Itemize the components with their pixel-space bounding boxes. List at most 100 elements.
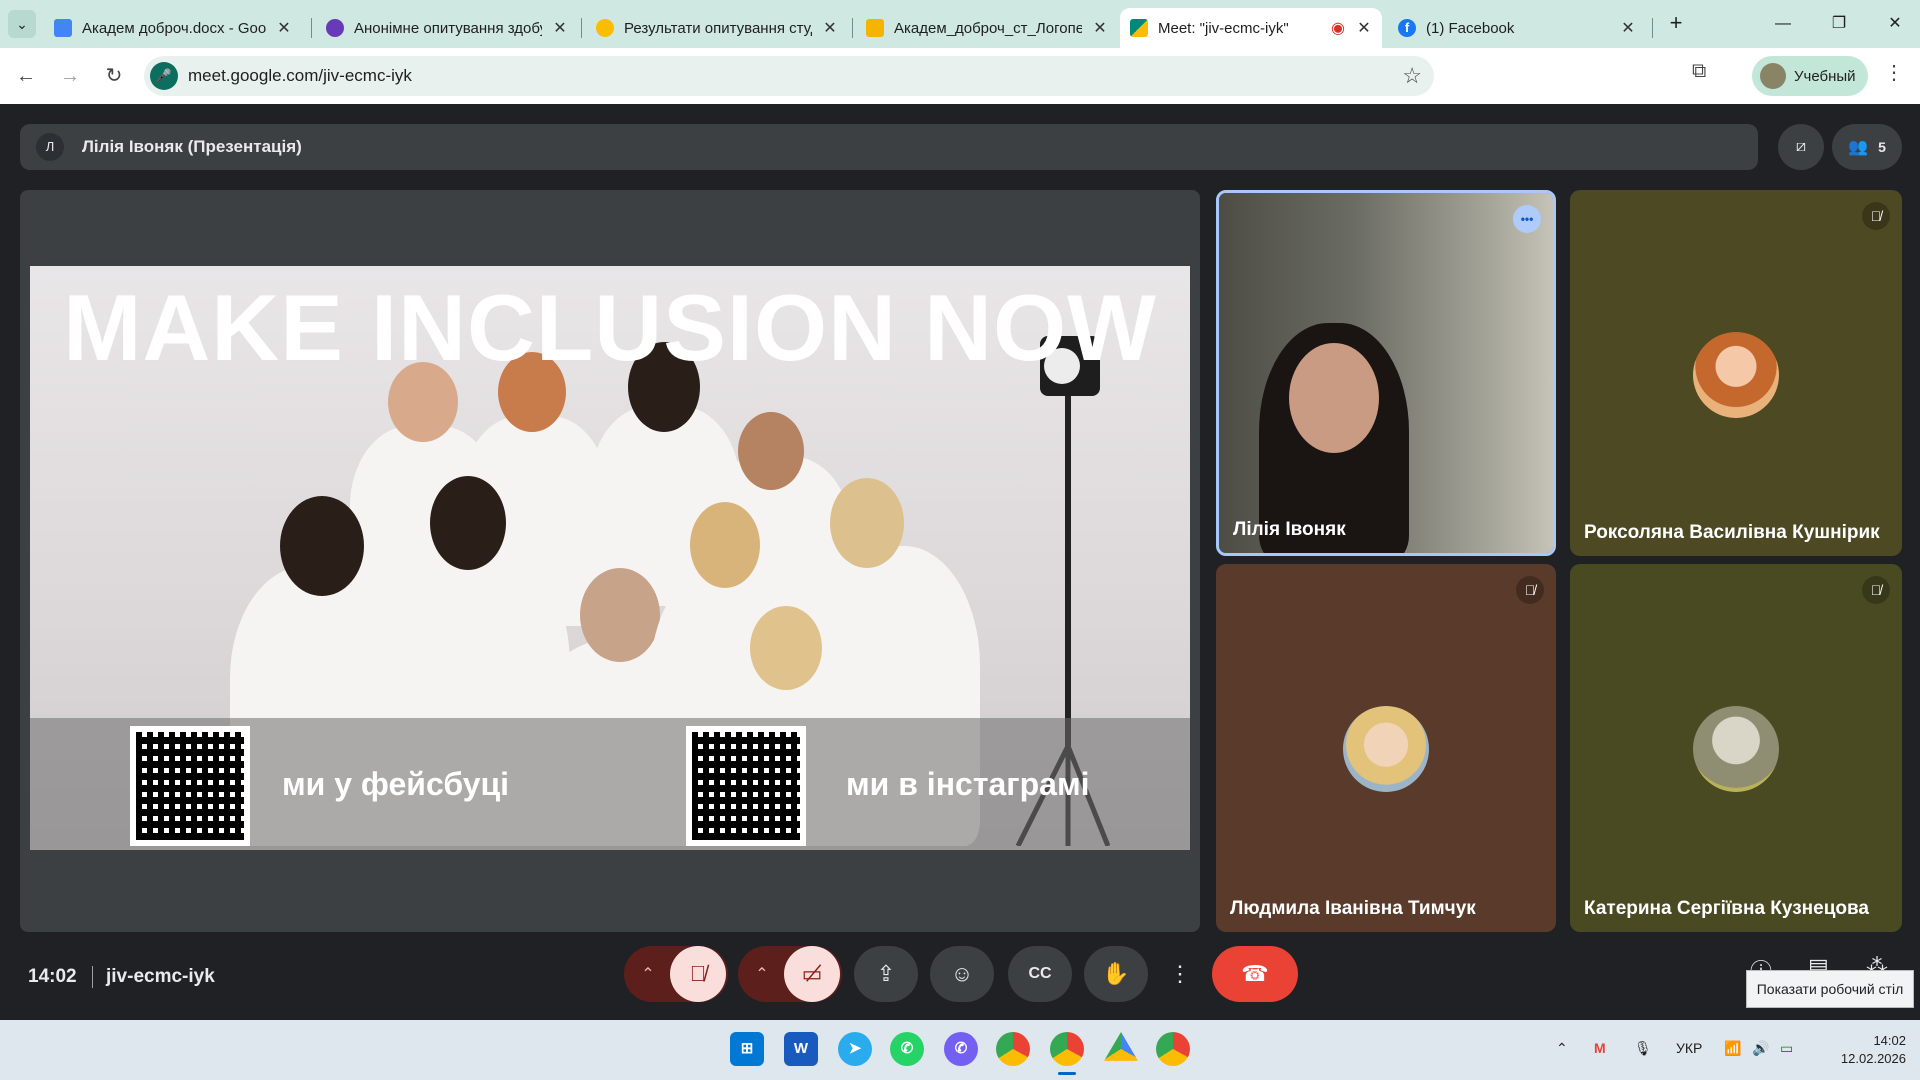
forward-button[interactable]: → [56,62,84,90]
more-options-icon[interactable]: ⋮ [1160,946,1200,1002]
tab-divider [1652,18,1653,38]
back-button[interactable]: ← [12,62,40,90]
meet-window: Л Лілія Івоняк (Презентація) ⧄ 👥 5 MAKE … [0,104,1920,1020]
tab-docs[interactable]: Академ доброч.docx - Goog ✕ [44,8,302,48]
google-drive-icon[interactable] [1104,1032,1138,1061]
bookmark-star-icon[interactable]: ☆ [1402,63,1422,89]
tab-divider [581,18,582,38]
word-icon[interactable]: W [784,1032,818,1066]
wifi-icon[interactable]: 📶 [1724,1040,1741,1057]
tab-title: Академ доброч.docx - Goog [82,19,266,37]
tooltip: Показати робочий стіл [1746,970,1914,1008]
address-bar[interactable]: 🎤 meet.google.com/jiv-ecmc-iyk ☆ [144,56,1434,96]
video-options-chevron-icon[interactable]: ⌃ [740,964,784,984]
reload-button[interactable]: ↻ [100,62,128,90]
facebook-qr-code [130,726,250,846]
chrome-profile-icon[interactable] [1050,1032,1084,1066]
participant-tile[interactable]: 🎙̸ Роксоляна Василівна Кушнірик [1570,190,1902,556]
chrome-second-profile-icon[interactable] [1156,1032,1190,1066]
stop-presenting-icon[interactable]: ⧄ [1778,124,1824,170]
divider [92,966,93,988]
participant-video-face [1289,343,1379,453]
url-text[interactable]: meet.google.com/jiv-ecmc-iyk [188,66,412,86]
close-icon[interactable]: ✕ [1620,18,1636,38]
instagram-qr-code [686,726,806,846]
speaking-indicator-icon: ••• [1513,205,1541,233]
tab-divider [852,18,853,38]
microphone-tray-icon[interactable]: 🎙 [1634,1040,1652,1057]
captions-button[interactable]: CC [1008,946,1072,1002]
tab-title: Анонімне опитування здобу [354,19,542,37]
tab-forms[interactable]: Анонімне опитування здобу ✕ [316,8,578,48]
browser-toolbar: ← → ↻ 🎤 meet.google.com/jiv-ecmc-iyk ☆ [0,48,1920,104]
mic-off-button[interactable]: 🎙̸ [670,946,726,1002]
participant-tile[interactable]: 🎙̸ Катерина Сергіївна Кузнецова [1570,564,1902,932]
extensions-icon[interactable]: ⧉ [1692,60,1706,83]
avatar [1760,63,1786,89]
microphone-permission-icon[interactable]: 🎤 [150,62,178,90]
recording-icon: ◉ [1331,20,1345,37]
profile-button[interactable]: Учебный [1752,56,1868,96]
browser-menu-icon[interactable]: ⋮ [1884,60,1904,85]
participant-name: Людмила Іванівна Тимчук [1230,898,1476,919]
avatar [1693,332,1779,418]
tab-meet[interactable]: Meet: "jiv-ecmc-iyk" ◉ ✕ [1120,8,1382,48]
tab-slides-results[interactable]: Результати опитування студ ✕ [586,8,848,48]
restore-button[interactable]: ❐ [1824,10,1854,38]
close-icon[interactable]: ✕ [276,18,292,38]
muted-mic-icon: 🎙̸ [1516,576,1544,604]
leave-call-button[interactable]: ☎ [1212,946,1298,1002]
tab-facebook[interactable]: f (1) Facebook ✕ [1388,8,1646,48]
tab-title: Результати опитування студ [624,19,812,37]
active-app-indicator [1058,1072,1076,1075]
present-screen-button[interactable]: ⇪ [854,946,918,1002]
audio-options-chevron-icon[interactable]: ⌃ [626,964,670,984]
tab-title: Академ_доброч_ст_Логопед [894,19,1082,37]
tab-divider [311,18,312,38]
participant-name: Роксоляна Василівна Кушнірик [1584,522,1880,543]
participant-name: Лілія Івоняк [1233,519,1346,540]
tab-search-button[interactable]: ⌄ [8,10,36,38]
whatsapp-icon[interactable]: ✆ [890,1032,924,1066]
new-tab-button[interactable]: + [1662,10,1690,38]
volume-icon[interactable]: 🔊 [1752,1040,1769,1057]
chevron-up-icon[interactable]: ⌃ [1556,1040,1568,1057]
tab-title: Meet: "jiv-ecmc-iyk" [1158,19,1289,37]
qr-label-facebook: ми у фейсбуці [282,766,510,802]
battery-icon[interactable]: ▭ [1780,1040,1793,1057]
clock-time: 14:02 [1873,1033,1906,1048]
meeting-code: jiv-ecmc-iyk [106,966,215,987]
muted-mic-icon: 🎙̸ [1862,202,1890,230]
camera-off-button[interactable]: ▭̸ [784,946,840,1002]
participants-button[interactable]: 👥 5 [1832,124,1902,170]
google-docs-icon [54,19,72,37]
close-icon[interactable]: ✕ [1092,18,1108,38]
tab-slides-academ[interactable]: Академ_доброч_ст_Логопед ✕ [856,8,1118,48]
viber-icon[interactable]: ✆ [944,1032,978,1066]
close-window-button[interactable]: ✕ [1880,10,1910,38]
close-icon[interactable]: ✕ [552,18,568,38]
tab-title: (1) Facebook [1426,19,1515,37]
gmail-tray-icon[interactable]: M [1594,1040,1606,1056]
language-indicator[interactable]: УКР [1676,1040,1702,1056]
telegram-icon[interactable]: ➤ [838,1032,872,1066]
participant-tile[interactable]: 🎙̸ Людмила Іванівна Тимчук [1216,564,1556,932]
google-slides-icon [596,19,614,37]
microphone-control: ⌃ 🎙̸ [624,946,728,1002]
profile-label: Учебный [1794,67,1856,85]
close-icon[interactable]: ✕ [1356,18,1372,38]
meeting-time: 14:02 [28,966,77,987]
presentation-stage: MAKE INCLUSION NOW ми у фейсбуці ми в ін… [20,190,1200,932]
minimize-button[interactable]: — [1768,10,1798,38]
close-icon[interactable]: ✕ [822,18,838,38]
start-menu-icon[interactable]: ⊞ [730,1032,764,1066]
emoji-reaction-button[interactable]: ☺ [930,946,994,1002]
chrome-icon[interactable] [996,1032,1030,1066]
system-clock[interactable]: 14:02 12.02.2026 [1826,1032,1906,1068]
presentation-slide: MAKE INCLUSION NOW ми у фейсбуці ми в ін… [30,266,1190,850]
avatar [1343,706,1429,792]
google-meet-icon [1130,19,1148,37]
participant-tile[interactable]: ••• Лілія Івоняк [1216,190,1556,556]
raise-hand-button[interactable]: ✋ [1084,946,1148,1002]
muted-mic-icon: 🎙̸ [1862,576,1890,604]
